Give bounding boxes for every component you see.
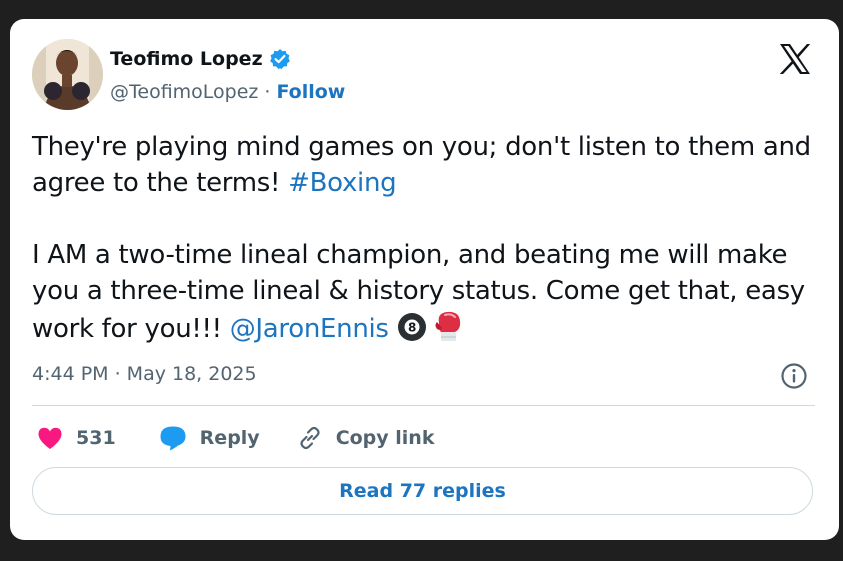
author-handle[interactable]: @TeofimoLopez bbox=[110, 81, 258, 103]
svg-text:8: 8 bbox=[408, 321, 416, 335]
avatar[interactable] bbox=[32, 39, 103, 110]
tweet-timestamp[interactable]: 4:44 PM · May 18, 2025 bbox=[32, 363, 257, 385]
divider bbox=[32, 405, 815, 406]
verified-badge-icon bbox=[269, 48, 291, 70]
action-bar: 531 Reply Copy link bbox=[36, 422, 434, 454]
x-logo-icon[interactable] bbox=[778, 42, 812, 76]
author-handle-row: @TeofimoLopez · Follow bbox=[110, 81, 345, 103]
tweet-paragraph-2: I AM a two-time lineal champion, and bea… bbox=[32, 237, 822, 347]
reply-bubble-icon bbox=[158, 424, 188, 452]
like-button[interactable]: 531 bbox=[36, 425, 116, 451]
read-replies-button[interactable]: Read 77 replies bbox=[32, 467, 813, 515]
tweet-paragraph-1-text: They're playing mind games on you; don't… bbox=[32, 132, 811, 198]
eight-ball-emoji: 8 bbox=[397, 312, 427, 342]
author-name-row: Teofimo Lopez bbox=[110, 48, 291, 70]
tweet-body: They're playing mind games on you; don't… bbox=[32, 129, 822, 347]
reply-button[interactable]: Reply bbox=[158, 424, 260, 452]
tweet-card: Teofimo Lopez @TeofimoLopez · Follow The… bbox=[10, 19, 839, 540]
boxing-glove-emoji bbox=[433, 309, 463, 343]
like-count: 531 bbox=[76, 427, 116, 449]
link-icon bbox=[296, 424, 324, 452]
heart-icon bbox=[36, 425, 64, 451]
reply-label: Reply bbox=[199, 427, 260, 449]
hashtag-link[interactable]: #Boxing bbox=[288, 168, 397, 198]
copy-link-label: Copy link bbox=[335, 427, 435, 449]
handle-separator: · bbox=[264, 81, 271, 103]
author-name[interactable]: Teofimo Lopez bbox=[110, 48, 263, 70]
follow-button[interactable]: Follow bbox=[276, 81, 345, 103]
info-icon[interactable] bbox=[780, 362, 808, 390]
mention-link[interactable]: @JaronEnnis bbox=[230, 314, 389, 344]
tweet-paragraph-1: They're playing mind games on you; don't… bbox=[32, 129, 822, 201]
copy-link-button[interactable]: Copy link bbox=[296, 424, 435, 452]
avatar-image bbox=[32, 39, 103, 110]
